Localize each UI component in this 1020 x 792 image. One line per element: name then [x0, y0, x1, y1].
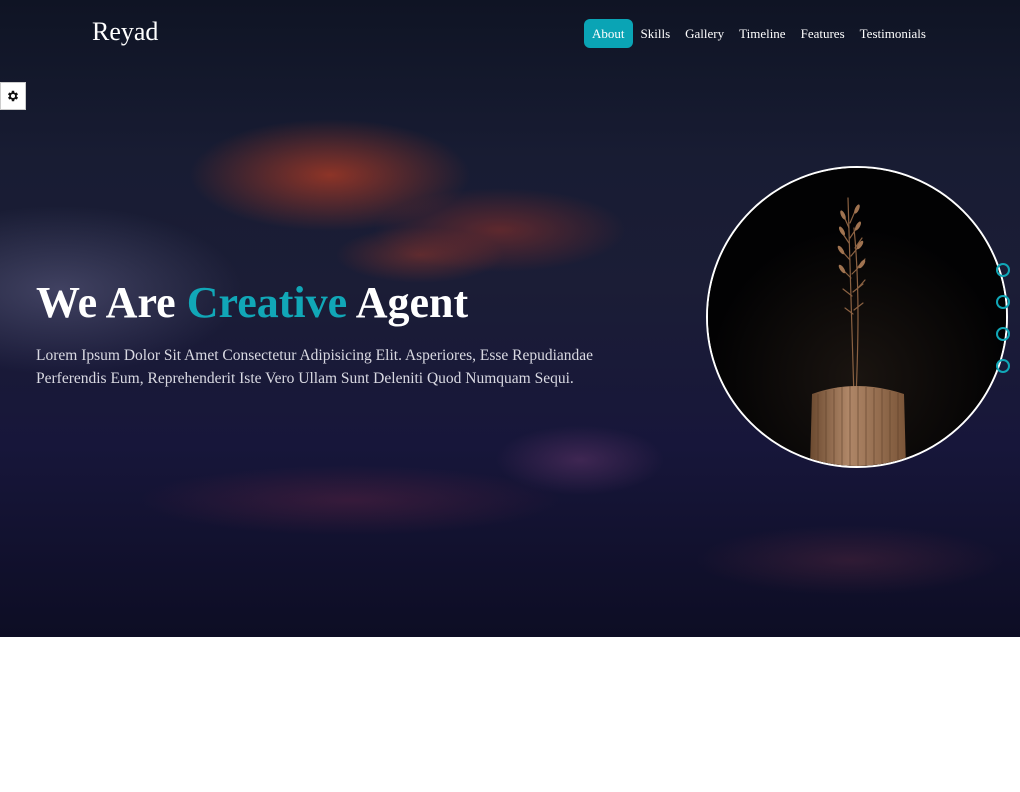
- dried-plant-book-illustration: [708, 168, 1006, 466]
- nav-item-skills[interactable]: Skills: [634, 19, 678, 48]
- nav-item-timeline[interactable]: Timeline: [732, 19, 792, 48]
- nav-item-features[interactable]: Features: [794, 19, 852, 48]
- hero-title-accent: Creative: [186, 278, 348, 327]
- slide-bullets: [996, 263, 1010, 391]
- settings-button[interactable]: [0, 82, 26, 110]
- hero-title-part2: Agent: [347, 278, 469, 327]
- bullet-4[interactable]: [996, 359, 1010, 373]
- brand-logo[interactable]: Reyad: [92, 17, 158, 47]
- bullet-2[interactable]: [996, 295, 1010, 309]
- hero-description: Lorem Ipsum Dolor Sit Amet Consectetur A…: [36, 347, 594, 387]
- gear-icon: [7, 90, 19, 102]
- nav-item-testimonials[interactable]: Testimonials: [853, 19, 933, 48]
- nav-item-about[interactable]: About: [584, 19, 633, 48]
- main-nav: About Skills Gallery Timeline Features T…: [584, 19, 934, 48]
- hero-circle-image: [706, 166, 1008, 468]
- hero-title: We Are Creative Agent: [36, 277, 468, 328]
- hero-title-part1: We Are: [36, 278, 187, 327]
- bullet-1[interactable]: [996, 263, 1010, 277]
- nav-item-gallery[interactable]: Gallery: [678, 19, 731, 48]
- hero-section: Reyad About Skills Gallery Timeline Feat…: [0, 0, 1020, 637]
- bullet-3[interactable]: [996, 327, 1010, 341]
